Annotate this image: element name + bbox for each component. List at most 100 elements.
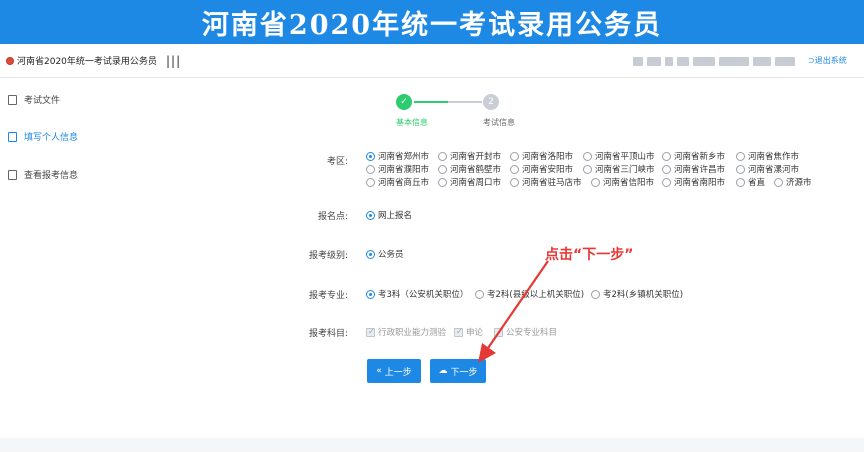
radio-dot bbox=[510, 151, 519, 161]
exam-area-label: 考区: bbox=[326, 157, 348, 167]
subjects-label: 报考科目: bbox=[308, 329, 348, 339]
radio-dot bbox=[583, 151, 592, 161]
checkbox-label: 行政职业能力测验 bbox=[378, 328, 447, 338]
sidebar-item-personal-info[interactable]: 填写个人信息 bbox=[8, 130, 78, 143]
prev-step-label: 上一步 bbox=[384, 367, 412, 378]
radio-label: 河南省漯河市 bbox=[748, 165, 800, 175]
next-step-label: 下一步 bbox=[450, 367, 478, 378]
exam-area-radio[interactable]: 河南省平顶山市 bbox=[583, 150, 655, 162]
exam-area-radio[interactable]: 河南省三门峡市 bbox=[583, 163, 655, 175]
step-number: 2 bbox=[483, 94, 499, 110]
radio-dot bbox=[366, 151, 375, 161]
header-banner: 河南省2020年统一考试录用公务员 bbox=[0, 0, 864, 44]
exam-area-radio[interactable]: 河南省鹤壁市 bbox=[438, 163, 501, 175]
top-bar: 河南省2020年统一考试录用公务员 ||| ⊃退出系统 bbox=[0, 44, 864, 78]
radio-label: 河南省信阳市 bbox=[603, 178, 655, 188]
exam-area-radio[interactable]: 济源市 bbox=[774, 176, 812, 188]
exam-area-radio[interactable]: 河南省焦作市 bbox=[736, 150, 799, 162]
sidebar-item-label: 考试文件 bbox=[24, 96, 61, 106]
checkbox-box bbox=[454, 327, 463, 337]
major-radio-township[interactable]: 考2科(乡镇机关职位) bbox=[591, 288, 683, 300]
radio-label: 考3科（公安机关职位） bbox=[378, 290, 469, 300]
exam-area-radio[interactable]: 河南省商丘市 bbox=[366, 176, 429, 188]
level-label: 报考级别: bbox=[308, 251, 348, 261]
exam-area-radio[interactable]: 河南省周口市 bbox=[438, 176, 501, 188]
radio-dot bbox=[583, 164, 592, 174]
radio-dot bbox=[736, 177, 745, 187]
radio-dot bbox=[736, 164, 745, 174]
sidebar: 考试文件 填写个人信息 查看报考信息 bbox=[0, 79, 170, 439]
checkbox-box bbox=[366, 327, 375, 337]
radio-label: 河南省南阳市 bbox=[674, 178, 726, 188]
exam-area-radio[interactable]: 河南省开封市 bbox=[438, 150, 501, 162]
radio-dot bbox=[366, 289, 375, 299]
exam-area-radio[interactable]: 河南省洛阳市 bbox=[510, 150, 573, 162]
radio-label: 河南省平顶山市 bbox=[595, 152, 655, 162]
radio-label: 网上报名 bbox=[378, 211, 413, 221]
sidebar-item-exam-files[interactable]: 考试文件 bbox=[8, 93, 60, 106]
radio-dot bbox=[438, 164, 447, 174]
exam-area-radio[interactable]: 省直 bbox=[736, 176, 765, 188]
profile-icon bbox=[8, 169, 17, 180]
major-label: 报考专业: bbox=[308, 291, 348, 301]
exam-area-radio[interactable]: 河南省濮阳市 bbox=[366, 163, 429, 175]
radio-label: 河南省商丘市 bbox=[378, 178, 430, 188]
radio-dot bbox=[366, 249, 375, 259]
radio-dot bbox=[736, 151, 745, 161]
step-connector bbox=[448, 101, 482, 103]
radio-dot bbox=[510, 177, 519, 187]
sidebar-item-label: 填写个人信息 bbox=[24, 133, 79, 143]
radio-dot bbox=[662, 164, 671, 174]
radio-label: 河南省安阳市 bbox=[522, 165, 574, 175]
subject-checkbox: 行政职业能力测验 bbox=[366, 326, 446, 338]
exam-area-radio[interactable]: 河南省许昌市 bbox=[662, 163, 725, 175]
radio-label: 河南省开封市 bbox=[450, 152, 502, 162]
sidebar-item-view-registration[interactable]: 查看报考信息 bbox=[8, 168, 78, 181]
radio-dot bbox=[510, 164, 519, 174]
user-info-blurred bbox=[633, 57, 803, 66]
level-radio[interactable]: 公务员 bbox=[366, 248, 404, 260]
radio-label: 河南省鹤壁市 bbox=[450, 165, 502, 175]
sidebar-item-label: 查看报考信息 bbox=[24, 171, 79, 181]
radio-label: 河南省周口市 bbox=[450, 178, 502, 188]
document-icon bbox=[8, 94, 17, 105]
radio-dot bbox=[438, 151, 447, 161]
registration-point-label: 报名点: bbox=[317, 212, 348, 222]
radio-label: 公务员 bbox=[378, 250, 404, 260]
exam-area-radio[interactable]: 河南省漯河市 bbox=[736, 163, 799, 175]
radio-label: 省直 bbox=[748, 178, 766, 188]
exam-area-radio[interactable]: 河南省驻马店市 bbox=[510, 176, 582, 188]
exam-area-radio[interactable]: 河南省安阳市 bbox=[510, 163, 573, 175]
logout-link[interactable]: ⊃退出系统 bbox=[808, 55, 847, 66]
radio-dot bbox=[662, 151, 671, 161]
registration-point-radio[interactable]: 网上报名 bbox=[366, 209, 412, 221]
radio-dot bbox=[591, 289, 600, 299]
radio-label: 河南省焦作市 bbox=[748, 152, 800, 162]
footer bbox=[0, 438, 864, 452]
menu-toggle-icon[interactable]: ||| bbox=[166, 54, 181, 68]
radio-label: 河南省许昌市 bbox=[674, 165, 726, 175]
exam-area-radio[interactable]: 河南省信阳市 bbox=[591, 176, 654, 188]
radio-label: 考2科(乡镇机关职位) bbox=[603, 290, 684, 300]
radio-dot bbox=[438, 177, 447, 187]
exam-area-radio[interactable]: 河南省新乡市 bbox=[662, 150, 725, 162]
cloud-upload-icon: ☁ bbox=[438, 366, 448, 376]
progress-steps: ✓ 2 基本信息 考试信息 bbox=[388, 92, 538, 132]
radio-dot bbox=[366, 177, 375, 187]
radio-label: 济源市 bbox=[786, 178, 812, 188]
double-chevron-left-icon: « bbox=[376, 366, 382, 376]
exam-area-radio[interactable]: 河南省郑州市 bbox=[366, 150, 429, 162]
prev-step-button[interactable]: « 上一步 bbox=[367, 359, 421, 383]
major-radio-police[interactable]: 考3科（公安机关职位） bbox=[366, 288, 468, 300]
radio-dot bbox=[591, 177, 600, 187]
edit-icon bbox=[8, 131, 17, 142]
radio-dot bbox=[662, 177, 671, 187]
radio-label: 河南省驻马店市 bbox=[522, 178, 582, 188]
step-label: 基本信息 bbox=[396, 118, 428, 127]
exam-area-radio[interactable]: 河南省南阳市 bbox=[662, 176, 725, 188]
logo-icon bbox=[6, 57, 14, 65]
radio-dot bbox=[366, 164, 375, 174]
radio-label: 河南省三门峡市 bbox=[595, 165, 655, 175]
site-name: 河南省2020年统一考试录用公务员 bbox=[17, 57, 157, 67]
radio-label: 河南省濮阳市 bbox=[378, 165, 430, 175]
